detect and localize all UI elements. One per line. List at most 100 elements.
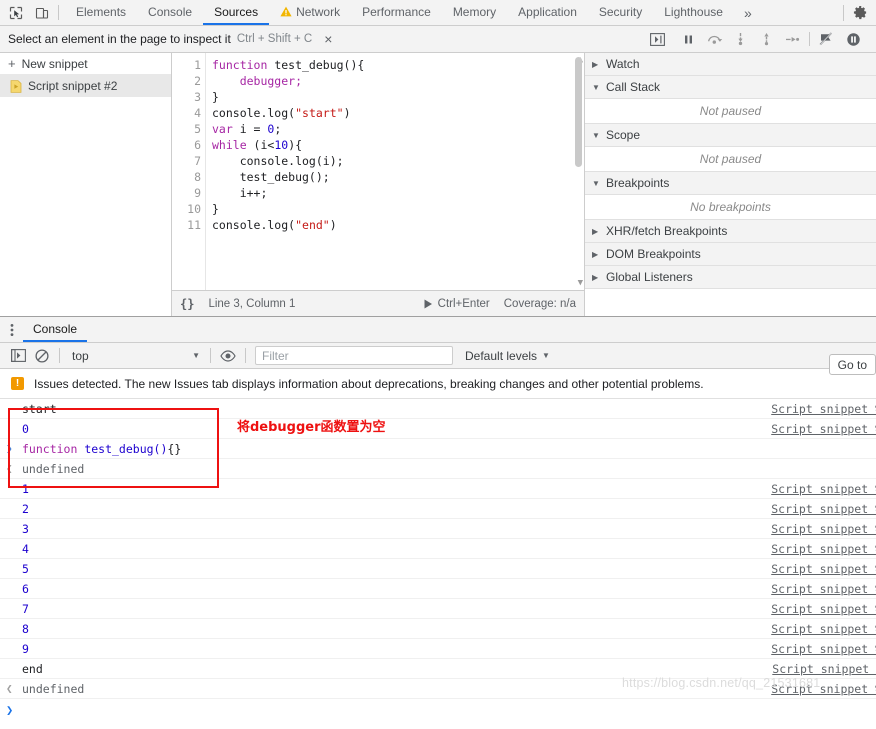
run-snippet-button[interactable]: Ctrl+Enter xyxy=(424,298,490,310)
step-button[interactable] xyxy=(779,28,805,50)
caret-right-icon: ▶ xyxy=(592,59,599,69)
step-out-button[interactable] xyxy=(753,28,779,50)
filter-placeholder: Filter xyxy=(262,348,289,363)
drawer-tab-console[interactable]: Console xyxy=(23,317,88,342)
warning-triangle-icon xyxy=(280,6,292,17)
console-source-link[interactable]: Script snippet %2 xyxy=(772,662,876,676)
tab-sources[interactable]: Sources xyxy=(203,0,270,25)
console-source-link[interactable]: Script snippet % xyxy=(771,502,876,516)
code-line[interactable]: console.log("start") xyxy=(212,105,584,121)
snippet-file-icon xyxy=(10,79,22,93)
sidebar-section-watch[interactable]: ▶ Watch xyxy=(585,53,876,76)
inspect-element-icon[interactable] xyxy=(8,5,24,21)
sidebar-section-breakpoints[interactable]: ▼ Breakpoints xyxy=(585,172,876,195)
console-message[interactable]: 1 Script snippet % xyxy=(0,479,876,499)
code-line[interactable]: console.log("end") xyxy=(212,217,584,233)
pause-on-exceptions-button[interactable] xyxy=(840,28,866,50)
step-over-button[interactable] xyxy=(701,28,727,50)
code-area[interactable]: 1 2 3 4 5 6 7 8 9 10 11 function test_debug(){ deb… xyxy=(172,53,584,290)
console-source-link[interactable]: Script snippet % xyxy=(771,602,876,616)
sidebar-section-title: XHR/fetch Breakpoints xyxy=(606,224,728,238)
console-source-link[interactable]: Script snippet % xyxy=(771,402,876,416)
code-line[interactable]: i++; xyxy=(212,185,584,201)
scroll-down-arrow[interactable]: ▼ xyxy=(578,278,583,288)
tab-lighthouse[interactable]: Lighthouse xyxy=(653,0,734,25)
console-prompt[interactable]: ❯ xyxy=(0,699,876,721)
console-message[interactable]: 9 Script snippet % xyxy=(0,639,876,659)
sidebar-section-title: Global Listeners xyxy=(606,270,693,284)
code-line[interactable]: debugger; xyxy=(212,73,584,89)
console-message[interactable]: 4 Script snippet % xyxy=(0,539,876,559)
debugger-controls xyxy=(675,28,876,50)
code-token: ) xyxy=(343,106,351,120)
caret-down-icon: ▼ xyxy=(592,82,600,92)
sidebar-section-scope[interactable]: ▼ Scope xyxy=(585,124,876,147)
tab-label: Security xyxy=(598,4,643,19)
go-to-issues-button[interactable]: Go to xyxy=(828,354,876,375)
tab-application[interactable]: Application xyxy=(507,0,588,25)
console-message-text: 5 xyxy=(22,561,29,576)
format-code-button[interactable]: {} xyxy=(180,297,194,311)
editor-scrollbar[interactable] xyxy=(575,57,582,167)
console-message-text: 6 xyxy=(22,581,29,596)
console-message[interactable]: 7 Script snippet % xyxy=(0,599,876,619)
console-message[interactable]: 8 Script snippet % xyxy=(0,619,876,639)
tab-performance[interactable]: Performance xyxy=(351,0,442,25)
console-message[interactable]: 6 Script snippet % xyxy=(0,579,876,599)
code-line[interactable]: test_debug(); xyxy=(212,169,584,185)
sidebar-section-empty-state: Not paused xyxy=(585,99,876,124)
tab-memory[interactable]: Memory xyxy=(442,0,507,25)
console-message[interactable]: ❮ undefined xyxy=(0,459,876,479)
clear-console-icon[interactable] xyxy=(30,346,54,366)
tab-security[interactable]: Security xyxy=(588,0,653,25)
sidebar-section-dom-breakpoints[interactable]: ▶ DOM Breakpoints xyxy=(585,243,876,266)
console-source-link[interactable]: Script snippet % xyxy=(771,642,876,656)
console-source-link[interactable]: Script snippet % xyxy=(771,622,876,636)
close-icon[interactable]: × xyxy=(324,32,332,46)
gear-icon[interactable] xyxy=(852,5,868,21)
code-line[interactable]: function test_debug(){ xyxy=(212,57,584,73)
console-message[interactable]: 2 Script snippet % xyxy=(0,499,876,519)
sidebar-section-xhr-fetch-breakpoints[interactable]: ▶ XHR/fetch Breakpoints xyxy=(585,220,876,243)
sidebar-section-global-listeners[interactable]: ▶ Global Listeners xyxy=(585,266,876,289)
sidebar-section-call-stack[interactable]: ▼ Call Stack xyxy=(585,76,876,99)
console-message[interactable]: start Script snippet % xyxy=(0,399,876,419)
console-source-link[interactable]: Script snippet % xyxy=(771,522,876,536)
tab-elements[interactable]: Elements xyxy=(65,0,137,25)
code-token: ){ xyxy=(288,138,303,152)
new-snippet-button[interactable]: + New snippet xyxy=(0,53,171,75)
pause-script-button[interactable] xyxy=(675,28,701,50)
console-source-link[interactable]: Script snippet % xyxy=(771,562,876,576)
tab-console[interactable]: Console xyxy=(137,0,203,25)
console-source-link[interactable]: Script snippet % xyxy=(771,582,876,596)
device-toolbar-icon[interactable] xyxy=(34,5,50,21)
deactivate-breakpoints-button[interactable] xyxy=(814,28,840,50)
console-sidebar-icon[interactable] xyxy=(6,346,30,366)
console-source-link[interactable]: Script snippet % xyxy=(771,542,876,556)
code-line[interactable]: var i = 0; xyxy=(212,121,584,137)
step-into-button[interactable] xyxy=(727,28,753,50)
code-line[interactable]: while (i<10){ xyxy=(212,137,584,153)
console-source-link[interactable]: Script snippet % xyxy=(771,482,876,496)
tab-network[interactable]: Network xyxy=(269,0,351,25)
snippet-item-script-snippet-2[interactable]: Script snippet #2 xyxy=(0,75,171,97)
console-message[interactable]: 3 Script snippet % xyxy=(0,519,876,539)
code-line[interactable]: } xyxy=(212,89,584,105)
input-marker-icon: ❯ xyxy=(6,442,13,455)
chevron-down-icon: ▼ xyxy=(542,351,550,360)
code-token: ; xyxy=(274,122,282,136)
log-level-select[interactable]: Default levels ▼ xyxy=(465,349,550,363)
more-tabs-button[interactable]: » xyxy=(734,0,762,25)
code-content[interactable]: function test_debug(){ debugger;} console… xyxy=(206,53,584,290)
code-line[interactable]: console.log(i); xyxy=(212,153,584,169)
execution-context-select[interactable]: top ▼ xyxy=(65,346,205,365)
more-options-icon[interactable] xyxy=(0,317,23,342)
console-message[interactable]: 0 Script snippet % xyxy=(0,419,876,439)
console-message[interactable]: ❯ function test_debug(){} xyxy=(0,439,876,459)
console-message[interactable]: 5 Script snippet % xyxy=(0,559,876,579)
console-source-link[interactable]: Script snippet % xyxy=(771,422,876,436)
live-expression-icon[interactable] xyxy=(216,346,240,366)
show-drawer-icon[interactable] xyxy=(647,29,667,49)
code-line[interactable]: } xyxy=(212,201,584,217)
filter-input[interactable]: Filter xyxy=(255,346,453,365)
